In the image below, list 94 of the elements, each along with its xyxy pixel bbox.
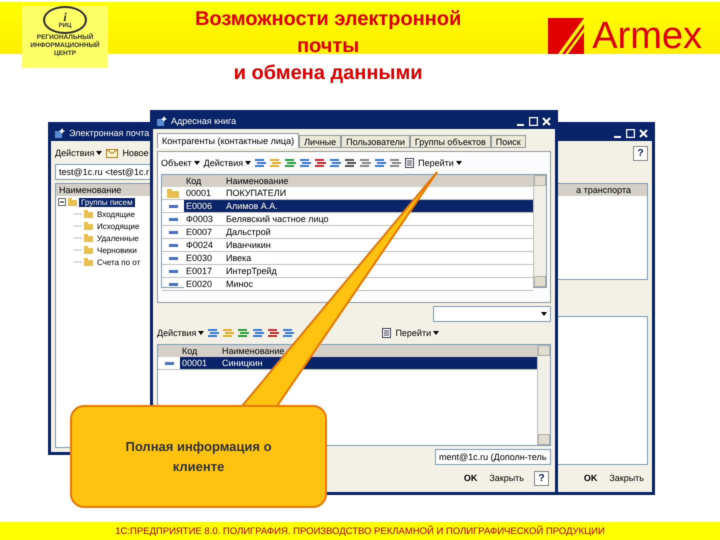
list-tool-icon[interactable] <box>375 158 386 168</box>
list-tool-icon[interactable] <box>360 158 372 168</box>
tab[interactable]: Пользователи <box>341 135 410 148</box>
envelope-icon[interactable] <box>106 148 118 158</box>
dropdown-field[interactable] <box>433 306 551 322</box>
table-cell[interactable]: Минос <box>224 278 533 291</box>
document-icon <box>405 158 414 168</box>
header-cell: Наименование <box>220 345 537 357</box>
table-cell[interactable]: Алимов А.А. <box>224 200 533 213</box>
caret-icon <box>96 151 102 155</box>
header-cell <box>158 345 180 357</box>
close-icon[interactable] <box>639 128 648 138</box>
slide-title: Возможности электронной <box>194 7 462 32</box>
table-cell[interactable]: Иванчикин <box>224 239 533 252</box>
close-icon[interactable] <box>542 116 551 126</box>
table-cell[interactable]: 00001 <box>184 187 224 200</box>
tab[interactable]: Поиск <box>490 135 526 148</box>
tree-item[interactable]: Черновики <box>95 246 139 254</box>
folder-icon <box>68 198 77 206</box>
close-button[interactable]: Закрыть <box>607 473 646 483</box>
go-to-menu[interactable]: Перейти <box>395 328 440 338</box>
table-cell[interactable]: ИнтерТрейд <box>224 265 533 278</box>
table-cell[interactable]: Е0020 <box>184 278 224 291</box>
collapse-icon[interactable] <box>58 198 66 206</box>
folder-icon <box>84 258 93 266</box>
table-cell[interactable]: Е0030 <box>184 252 224 265</box>
tree-item[interactable]: Группы писем <box>79 198 135 206</box>
maximize-icon[interactable] <box>626 128 635 138</box>
caret-icon <box>245 161 252 165</box>
list-tool-icon[interactable] <box>253 328 264 338</box>
folder-icon <box>84 246 93 254</box>
caret-icon <box>456 161 462 165</box>
tab[interactable]: Группы объектов <box>410 135 491 148</box>
table-cell[interactable]: Е0017 <box>184 265 224 278</box>
header-cell: Код <box>180 345 220 357</box>
go-to-menu[interactable]: Перейти <box>418 158 462 168</box>
header-cell: Наименование <box>224 175 533 187</box>
tree-item[interactable]: Удаленные <box>95 234 141 242</box>
list-tool-icon[interactable] <box>315 158 326 168</box>
brand-logo-icon <box>548 18 584 54</box>
help-button[interactable]: ? <box>534 470 549 486</box>
table-cell[interactable]: Дальстрой <box>224 226 533 239</box>
table-cell[interactable]: Белявский частное лицо <box>224 213 533 226</box>
tree-item[interactable]: Исходящие <box>95 222 142 230</box>
list-tool-icon[interactable] <box>268 328 280 338</box>
table-cell[interactable]: Ф0003 <box>184 213 224 226</box>
table-cell[interactable]: Синицкин <box>220 357 537 370</box>
list-tool-icon[interactable] <box>283 328 294 338</box>
dash-icon <box>164 362 174 364</box>
folder-icon <box>84 210 93 218</box>
ok-button[interactable]: OK <box>462 473 480 483</box>
list-tool-icon[interactable] <box>238 328 250 338</box>
caret-icon <box>198 331 204 335</box>
close-button[interactable]: Закрыть <box>487 473 526 483</box>
slide-title: почты <box>296 34 360 59</box>
brand-name: Armex <box>592 14 702 58</box>
footer-text: 1С:ПРЕДПРИЯТИЕ 8.0. ПОЛИГРАФИЯ. ПРОИЗВОДСТВО РЕКЛАМНОЙ И ПОЛИГРАФИЧЕСКОЙ ПРОДУКЦИИ <box>115 526 605 536</box>
header-cell: Код <box>184 175 224 187</box>
window-title: Адресная книга <box>171 116 238 126</box>
window-app-icon <box>157 116 167 126</box>
new-message-button[interactable]: Новое <box>122 148 149 158</box>
folder-icon <box>84 234 93 242</box>
tab[interactable]: Контрагенты (контактные лица) <box>157 133 300 148</box>
document-icon <box>382 328 392 338</box>
list-tool-icon[interactable] <box>330 158 342 168</box>
list-tool-icon[interactable] <box>345 158 356 168</box>
table-cell[interactable]: Е0006 <box>184 200 224 213</box>
slide-title: и обмена данными <box>234 61 423 86</box>
list-tool-icon[interactable] <box>255 158 266 168</box>
table-cell[interactable]: ПОКУПАТЕЛИ <box>224 187 533 200</box>
email-field[interactable]: ment@1c.ru (Дополн-тель <box>435 449 551 465</box>
maximize-icon[interactable] <box>529 116 538 126</box>
tree-item[interactable]: Входящие <box>95 210 137 218</box>
table-cell[interactable]: 00001 <box>180 357 220 370</box>
ok-button[interactable]: OK <box>582 473 600 483</box>
logo-letter: i <box>63 11 67 23</box>
list-tool-icon[interactable] <box>300 158 312 168</box>
list-tool-icon[interactable] <box>285 158 296 168</box>
actions-menu[interactable]: Действия <box>55 148 102 158</box>
list-tool-icon[interactable] <box>208 328 220 338</box>
actions-menu[interactable]: Действия <box>157 328 204 338</box>
list-tool-icon[interactable] <box>390 158 402 168</box>
window-title: Электронная почта <box>69 128 150 138</box>
caret-icon <box>433 331 440 335</box>
table-cell[interactable]: Ивека <box>224 252 533 265</box>
tree-item[interactable]: Счета по от <box>95 258 142 266</box>
tab[interactable]: Личные <box>299 135 342 148</box>
table-cell[interactable]: Е0007 <box>184 226 224 239</box>
window-app-icon <box>55 128 65 138</box>
help-button[interactable]: ? <box>633 146 648 160</box>
header-cell <box>162 175 184 187</box>
table-cell[interactable]: Ф0024 <box>184 239 224 252</box>
folder-icon <box>84 222 93 230</box>
callout-text: Полная информация о клиенте <box>124 438 273 476</box>
